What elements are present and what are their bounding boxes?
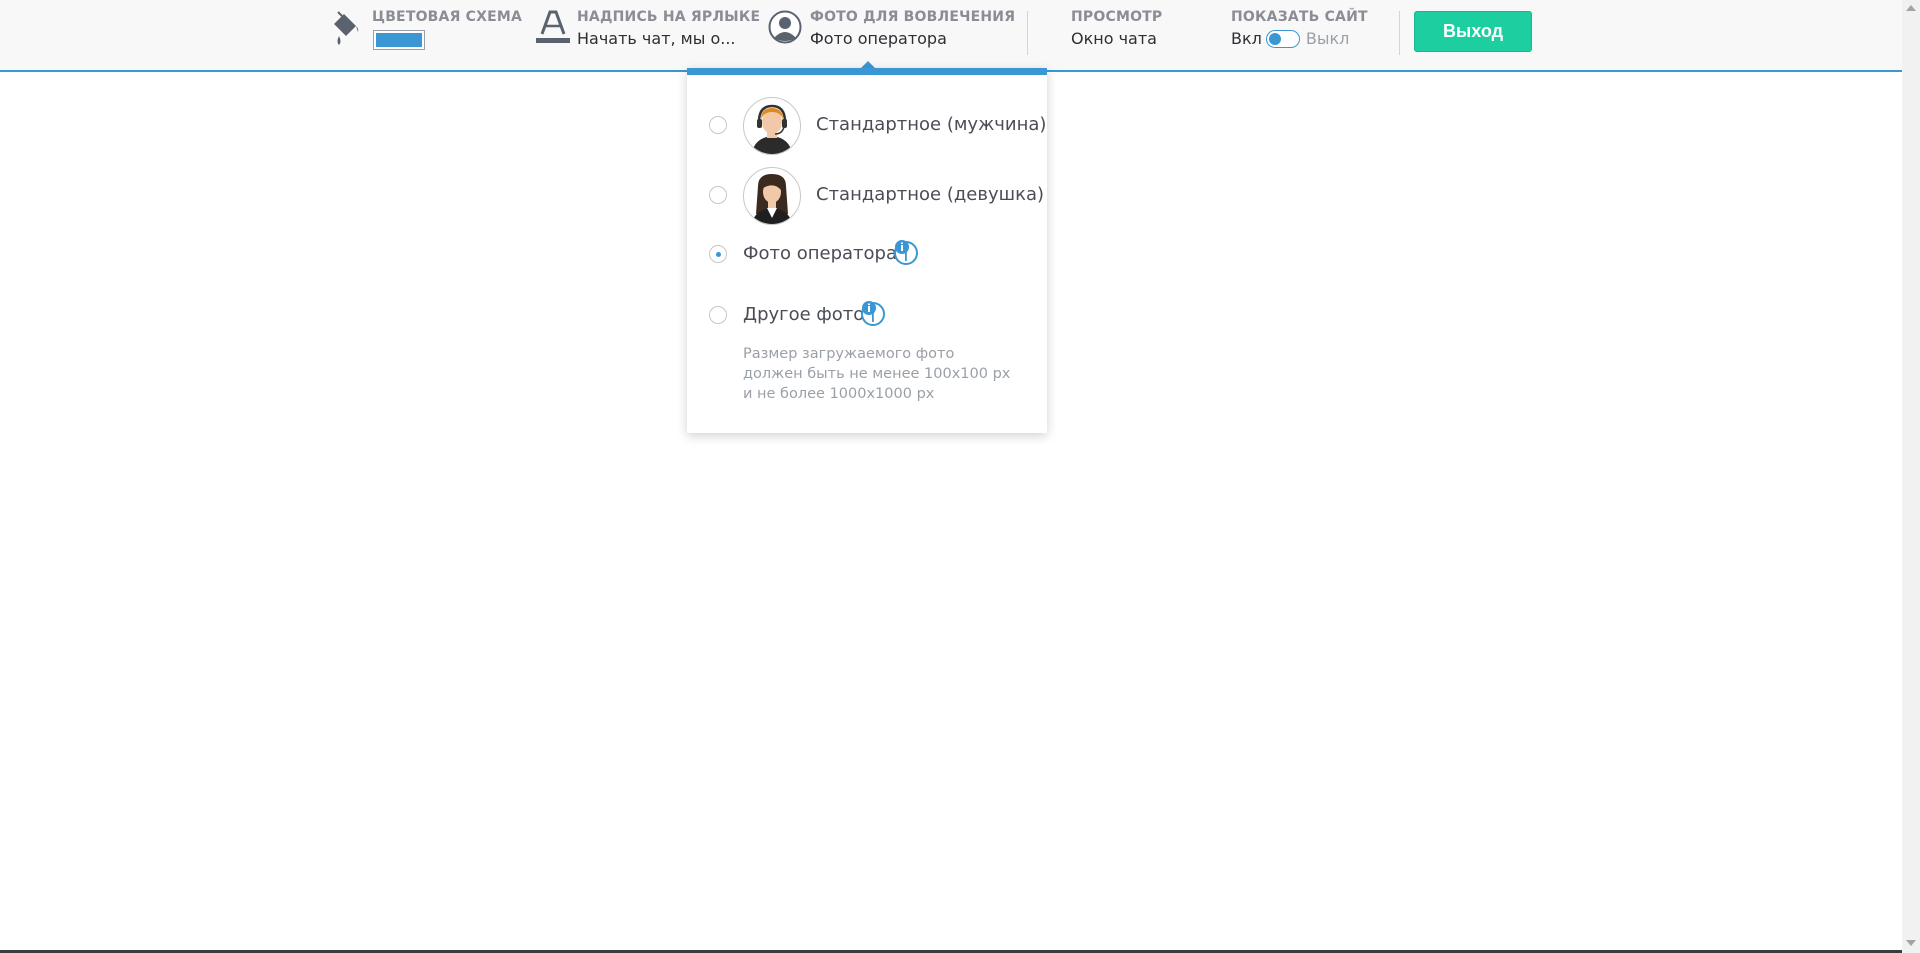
badge-caption-label: НАДПИСЬ НА ЯРЛЫКЕ bbox=[577, 9, 761, 25]
engagement-photo-control[interactable]: ФОТО ДЛЯ ВОВЛЕЧЕНИЯ Фото оператора bbox=[810, 9, 1015, 48]
preview-label: ПРОСМОТР bbox=[1071, 9, 1163, 25]
radio-operator-photo[interactable] bbox=[709, 245, 727, 263]
hint-line: и не более 1000x1000 px bbox=[743, 386, 935, 402]
badge-caption-control[interactable]: НАДПИСЬ НА ЯРЛЫКЕ Начать чат, мы о... bbox=[577, 9, 760, 48]
option-standard-male[interactable]: Стандартное (мужчина) bbox=[687, 97, 1047, 157]
vertical-scrollbar[interactable] bbox=[1902, 0, 1920, 953]
scroll-up-arrow-icon[interactable] bbox=[1906, 5, 1916, 11]
toggle-knob bbox=[1268, 32, 1281, 45]
hint-line: должен быть не менее 100x100 px bbox=[743, 366, 1011, 382]
paint-bucket-icon bbox=[334, 11, 359, 45]
male-operator-icon bbox=[752, 104, 792, 154]
color-scheme-control[interactable]: ЦВЕТОВАЯ СХЕМА bbox=[372, 9, 522, 49]
option-operator-photo[interactable]: Фото оператора bbox=[687, 240, 1047, 273]
toggle-off-label[interactable]: Выкл bbox=[1306, 29, 1350, 48]
info-icon[interactable] bbox=[859, 300, 885, 326]
show-site-toggle[interactable] bbox=[1265, 29, 1300, 48]
info-icon[interactable] bbox=[892, 239, 918, 265]
radio-standard-female[interactable] bbox=[709, 186, 727, 204]
text-format-icon bbox=[536, 10, 570, 43]
option-label: Другое фото bbox=[743, 304, 865, 325]
top-toolbar: ЦВЕТОВАЯ СХЕМА НАДПИСЬ НА ЯРЛЫКЕ Начать … bbox=[0, 0, 1902, 72]
show-site-control: ПОКАЗАТЬ САЙТ Вкл Выкл bbox=[1231, 9, 1368, 48]
option-other-photo[interactable]: Другое фото Размер загружаемого фото дол… bbox=[687, 301, 1047, 414]
toolbar-divider bbox=[1027, 11, 1028, 55]
option-label: Фото оператора bbox=[743, 243, 897, 264]
toggle-on-label[interactable]: Вкл bbox=[1231, 29, 1262, 48]
engagement-photo-label: ФОТО ДЛЯ ВОВЛЕЧЕНИЯ bbox=[810, 9, 1016, 25]
upload-size-hint: Размер загружаемого фото должен быть не … bbox=[743, 344, 1010, 404]
option-standard-female[interactable]: Стандартное (девушка) bbox=[687, 167, 1047, 227]
show-site-label: ПОКАЗАТЬ САЙТ bbox=[1231, 9, 1368, 25]
color-scheme-label: ЦВЕТОВАЯ СХЕМА bbox=[372, 9, 523, 25]
color-scheme-swatch[interactable] bbox=[374, 31, 424, 49]
radio-standard-male[interactable] bbox=[709, 116, 727, 134]
radio-other-photo[interactable] bbox=[709, 306, 727, 324]
engagement-photo-value: Фото оператора bbox=[810, 29, 947, 48]
show-site-toggle-row: Вкл Выкл bbox=[1231, 29, 1368, 48]
preview-control[interactable]: ПРОСМОТР Окно чата bbox=[1071, 9, 1162, 48]
scroll-down-arrow-icon[interactable] bbox=[1906, 940, 1916, 946]
hint-line: Размер загружаемого фото bbox=[743, 346, 955, 362]
badge-caption-value: Начать чат, мы о... bbox=[577, 29, 736, 48]
toolbar-divider bbox=[1399, 11, 1400, 55]
avatar-male-operator bbox=[743, 97, 801, 155]
page: ЦВЕТОВАЯ СХЕМА НАДПИСЬ НА ЯРЛЫКЕ Начать … bbox=[0, 0, 1902, 953]
option-label: Стандартное (девушка) bbox=[816, 184, 1045, 205]
avatar-female-operator bbox=[743, 167, 801, 225]
option-label: Стандартное (мужчина) bbox=[816, 114, 1047, 135]
exit-button[interactable]: Выход bbox=[1414, 11, 1532, 52]
female-operator-icon bbox=[752, 174, 792, 224]
user-avatar-icon bbox=[768, 10, 802, 44]
engagement-photo-dropdown: Стандартное (мужчина) Стандартное (девуш… bbox=[687, 68, 1047, 433]
preview-value: Окно чата bbox=[1071, 29, 1157, 48]
